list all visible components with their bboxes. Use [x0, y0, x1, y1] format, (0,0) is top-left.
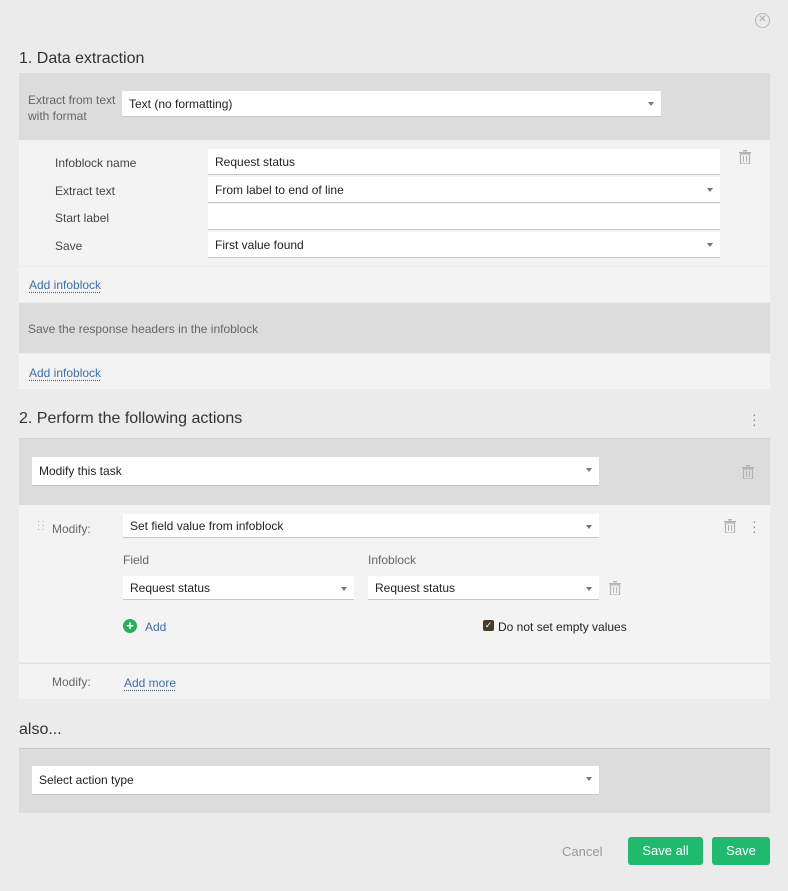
save-label: Save: [55, 239, 83, 253]
action-type-select[interactable]: Select action type: [32, 766, 599, 795]
section-menu-icon[interactable]: · · ·: [752, 407, 757, 431]
section-title-data-extraction: 1. Data extraction: [19, 50, 145, 67]
modify-menu-icon[interactable]: · · ·: [752, 514, 757, 538]
field-column-header: Field: [123, 553, 150, 567]
modify-panel: ·· ·· ·· Modify: Set field value from info…: [19, 505, 770, 662]
section-title-actions: 2. Perform the following actions: [19, 410, 243, 427]
add-infoblock-row-2: Add infoblock: [19, 354, 770, 389]
add-plus-icon[interactable]: +: [123, 619, 137, 633]
save-all-button[interactable]: Save all: [628, 837, 703, 865]
infoblock-panel: Infoblock name Request status Extract te…: [19, 140, 770, 266]
save-select[interactable]: First value found: [208, 232, 720, 258]
do-not-set-empty-label: Do not set empty values: [498, 620, 627, 634]
cancel-button[interactable]: Cancel: [562, 844, 602, 859]
start-label-label: Start label: [55, 211, 110, 225]
action-type-placeholder: Select action type: [39, 773, 134, 787]
extract-text-label: Extract text: [55, 184, 116, 198]
save-button[interactable]: Save: [712, 837, 770, 865]
format-select-value: Text (no formatting): [129, 97, 233, 111]
infoblock-select-value: Request status: [375, 581, 456, 595]
close-icon[interactable]: ✕: [755, 13, 770, 28]
delete-action-icon[interactable]: [742, 465, 754, 480]
delete-infoblock-icon[interactable]: [739, 150, 751, 165]
action-select-value: Modify this task: [39, 464, 122, 478]
add-field-link[interactable]: Add: [145, 620, 166, 634]
also-title: also...: [19, 721, 62, 738]
field-select[interactable]: Request status: [123, 576, 354, 600]
action-select[interactable]: Modify this task: [32, 457, 599, 486]
modify-label-2: Modify:: [52, 675, 91, 689]
format-select[interactable]: Text (no formatting): [122, 91, 661, 117]
add-infoblock-link-2[interactable]: Add infoblock: [29, 366, 101, 380]
also-panel: Select action type: [19, 749, 770, 813]
do-not-set-empty-checkbox[interactable]: ✓: [483, 620, 494, 631]
extract-text-select[interactable]: From label to end of line: [208, 177, 720, 203]
modify-label: Modify:: [52, 522, 91, 536]
delete-field-row-icon[interactable]: [609, 581, 621, 596]
response-headers-text: Save the response headers in the infoblo…: [28, 322, 259, 336]
extract-format-panel: Extract from text with format Text (no f…: [19, 73, 770, 140]
infoblock-select[interactable]: Request status: [368, 576, 599, 600]
infoblock-name-input[interactable]: Request status: [208, 149, 720, 175]
extract-text-value: From label to end of line: [215, 183, 344, 197]
modify-select-value: Set field value from infoblock: [130, 519, 284, 533]
action-panel: Modify this task: [19, 439, 770, 505]
add-infoblock-row-1: Add infoblock: [19, 267, 770, 302]
response-headers-panel: Save the response headers in the infoblo…: [19, 303, 770, 353]
save-select-value: First value found: [215, 238, 304, 252]
field-select-value: Request status: [130, 581, 211, 595]
extract-format-label: Extract from text with format: [28, 93, 116, 123]
add-more-link[interactable]: Add more: [124, 676, 176, 690]
start-label-input[interactable]: [208, 204, 720, 230]
infoblock-column-header: Infoblock: [368, 553, 417, 567]
add-more-row: Modify: Add more: [19, 663, 770, 699]
add-infoblock-link-1[interactable]: Add infoblock: [29, 278, 101, 292]
drag-handle-icon[interactable]: ·· ·· ··: [37, 517, 46, 535]
infoblock-name-label: Infoblock name: [55, 156, 137, 170]
modify-select[interactable]: Set field value from infoblock: [123, 514, 599, 538]
delete-modify-icon[interactable]: [724, 519, 736, 534]
infoblock-name-value: Request status: [215, 155, 296, 169]
